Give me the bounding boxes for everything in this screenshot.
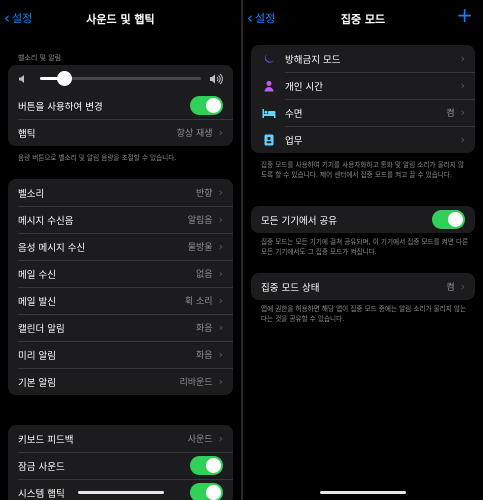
- sound-row-value: 없음: [196, 270, 213, 280]
- sound-row-text-tone[interactable]: 메시지 수신음 알림음 ›: [8, 206, 233, 233]
- haptics-label: 햅틱: [18, 128, 36, 140]
- sound-row-value: 물방울: [187, 243, 213, 253]
- sound-row-label: 음성 메시지 수신: [18, 242, 86, 254]
- sound-row-sent-mail[interactable]: 메일 발신 휙 소리 ›: [8, 287, 233, 314]
- page-title: 집중 모드: [340, 13, 386, 26]
- change-with-buttons-toggle[interactable]: [190, 96, 223, 115]
- chevron-right-icon: ›: [218, 432, 223, 445]
- navbar: ‹ 설정 집중 모드 +: [243, 0, 483, 38]
- keyboard-feedback-value: 사운드: [187, 435, 213, 445]
- focus-mode-label: 방해금지 모드: [285, 54, 341, 66]
- volume-slider-thumb[interactable]: [57, 71, 73, 86]
- keyboard-feedback-label: 키보드 피드백: [18, 434, 74, 446]
- sounds-group: 벨소리 반향 › 메시지 수신음 알림음 › 음성 메시지 수신 물방울 › 메…: [8, 179, 233, 395]
- chevron-right-icon: ›: [460, 79, 465, 92]
- chevron-right-icon: ›: [218, 321, 223, 334]
- badge-icon: [261, 132, 277, 148]
- chevron-right-icon: ›: [460, 133, 465, 146]
- moon-icon: [261, 51, 277, 67]
- sound-row-label: 벨소리: [18, 188, 45, 200]
- volume-group: 버튼을 사용하여 변경 햅틱 항상 재생 ›: [8, 65, 233, 146]
- focus-mode-value: 켬: [446, 109, 455, 119]
- focus-mode-work[interactable]: 업무 ›: [251, 126, 475, 153]
- chevron-right-icon: ›: [218, 375, 223, 388]
- add-icon[interactable]: +: [456, 5, 473, 25]
- lock-sound-toggle[interactable]: [190, 456, 223, 475]
- sound-row-value: 휙 소리: [184, 297, 213, 307]
- focus-mode-label: 개인 시간: [285, 81, 323, 93]
- bed-icon: [261, 105, 277, 121]
- change-with-buttons-row: 버튼을 사용하여 변경: [8, 92, 233, 119]
- system-haptics-toggle[interactable]: [190, 483, 223, 500]
- sounds-haptics-panel: ‹ 설정 사운드 및 햅틱 벨소리 및 알림 버튼을 사용하여 변경 햅틱 항상…: [0, 0, 241, 500]
- sound-row-label: 미리 알림: [18, 350, 56, 362]
- share-footnote: 집중 모드는 모든 기기에 걸쳐 공유되며, 이 기기에서 집중 모드를 켜면 …: [261, 238, 469, 256]
- sound-row-label: 기본 알림: [18, 377, 56, 389]
- speaker-low-icon: [18, 73, 32, 85]
- focus-status-group: 집중 모드 상태 켬 ›: [251, 273, 475, 300]
- sound-row-value: 반향: [196, 189, 213, 199]
- sound-row-reminder-alerts[interactable]: 미리 알림 화음 ›: [8, 341, 233, 368]
- system-haptics-row: 시스템 햅틱: [8, 479, 233, 500]
- sound-row-value: 화음: [196, 351, 213, 361]
- change-with-buttons-label: 버튼을 사용하여 변경: [18, 101, 103, 113]
- focus-mode-personal[interactable]: 개인 시간 ›: [251, 72, 475, 99]
- focus-status-row[interactable]: 집중 모드 상태 켬 ›: [251, 273, 475, 300]
- feedback-group: 키보드 피드백 사운드 › 잠금 사운드 시스템 햅틱: [8, 425, 233, 500]
- sound-row-default-alerts[interactable]: 기본 알림 리바운드 ›: [8, 368, 233, 395]
- chevron-right-icon: ›: [218, 186, 223, 199]
- page-title: 사운드 및 햅틱: [86, 13, 155, 26]
- sound-row-label: 메시지 수신음: [18, 215, 74, 227]
- volume-section-label: 벨소리 및 알림: [18, 54, 62, 62]
- focus-status-footnote: 앱에 권한을 허용하면 해당 앱이 집중 모드 중에는 알림 소리가 울리지 않…: [261, 305, 467, 323]
- chevron-right-icon: ›: [218, 267, 223, 280]
- sound-row-value: 리바운드: [179, 378, 213, 388]
- sound-row-label: 캘린더 알림: [18, 323, 65, 335]
- share-group: 모든 기기에서 공유: [251, 206, 475, 233]
- volume-footnote: 음량 버튼으로 벨소리 및 알림 음량을 조절할 수 있습니다.: [18, 154, 177, 162]
- focus-mode-do-not-disturb[interactable]: 방해금지 모드 ›: [251, 45, 475, 72]
- focus-modes-group: 방해금지 모드 › 개인 시간 › 수면 켬 › 업무 ›: [251, 45, 475, 153]
- lock-sound-label: 잠금 사운드: [18, 461, 65, 473]
- chevron-right-icon: ›: [218, 348, 223, 361]
- haptics-value: 항상 재생: [176, 129, 213, 139]
- focus-mode-sleep[interactable]: 수면 켬 ›: [251, 99, 475, 126]
- focus-status-value: 켬: [446, 283, 455, 293]
- navbar: ‹ 설정 사운드 및 햅틱: [0, 0, 241, 38]
- sound-row-new-voicemail[interactable]: 음성 메시지 수신 물방울 ›: [8, 233, 233, 260]
- sound-row-label: 메일 수신: [18, 269, 56, 281]
- sound-row-calendar-alerts[interactable]: 캘린더 알림 화음 ›: [8, 314, 233, 341]
- person-icon: [261, 78, 277, 94]
- focus-panel: ‹ 설정 집중 모드 + 방해금지 모드 › 개인 시간 › 수면 켬 › 업무…: [243, 0, 483, 500]
- share-across-devices-row: 모든 기기에서 공유: [251, 206, 475, 233]
- home-indicator: [320, 491, 406, 494]
- focus-mode-label: 업무: [285, 135, 303, 147]
- sound-row-label: 메일 발신: [18, 296, 56, 308]
- chevron-right-icon: ›: [218, 126, 223, 139]
- volume-slider-row: [8, 65, 233, 92]
- speaker-high-icon: [209, 73, 223, 85]
- focus-mode-label: 수면: [285, 108, 303, 120]
- chevron-right-icon: ›: [218, 294, 223, 307]
- keyboard-feedback-row[interactable]: 키보드 피드백 사운드 ›: [8, 425, 233, 452]
- sound-row-value: 화음: [196, 324, 213, 334]
- sound-row-value: 알림음: [187, 216, 213, 226]
- chevron-right-icon: ›: [218, 240, 223, 253]
- focus-footnote: 집중 모드를 사용하여 기기를 사용자화하고 통화 및 알림 소리가 울리지 않…: [261, 161, 464, 179]
- share-label: 모든 기기에서 공유: [261, 215, 337, 227]
- chevron-right-icon: ›: [218, 213, 223, 226]
- chevron-right-icon: ›: [460, 106, 465, 119]
- home-indicator: [78, 491, 164, 494]
- chevron-right-icon: ›: [460, 280, 465, 293]
- focus-status-label: 집중 모드 상태: [261, 282, 320, 294]
- sound-row-ringtone[interactable]: 벨소리 반향 ›: [8, 179, 233, 206]
- chevron-right-icon: ›: [460, 52, 465, 65]
- haptics-row[interactable]: 햅틱 항상 재생 ›: [8, 119, 233, 146]
- share-toggle[interactable]: [432, 210, 465, 229]
- lock-sound-row: 잠금 사운드: [8, 452, 233, 479]
- volume-slider[interactable]: [40, 71, 201, 86]
- sound-row-new-mail[interactable]: 메일 수신 없음 ›: [8, 260, 233, 287]
